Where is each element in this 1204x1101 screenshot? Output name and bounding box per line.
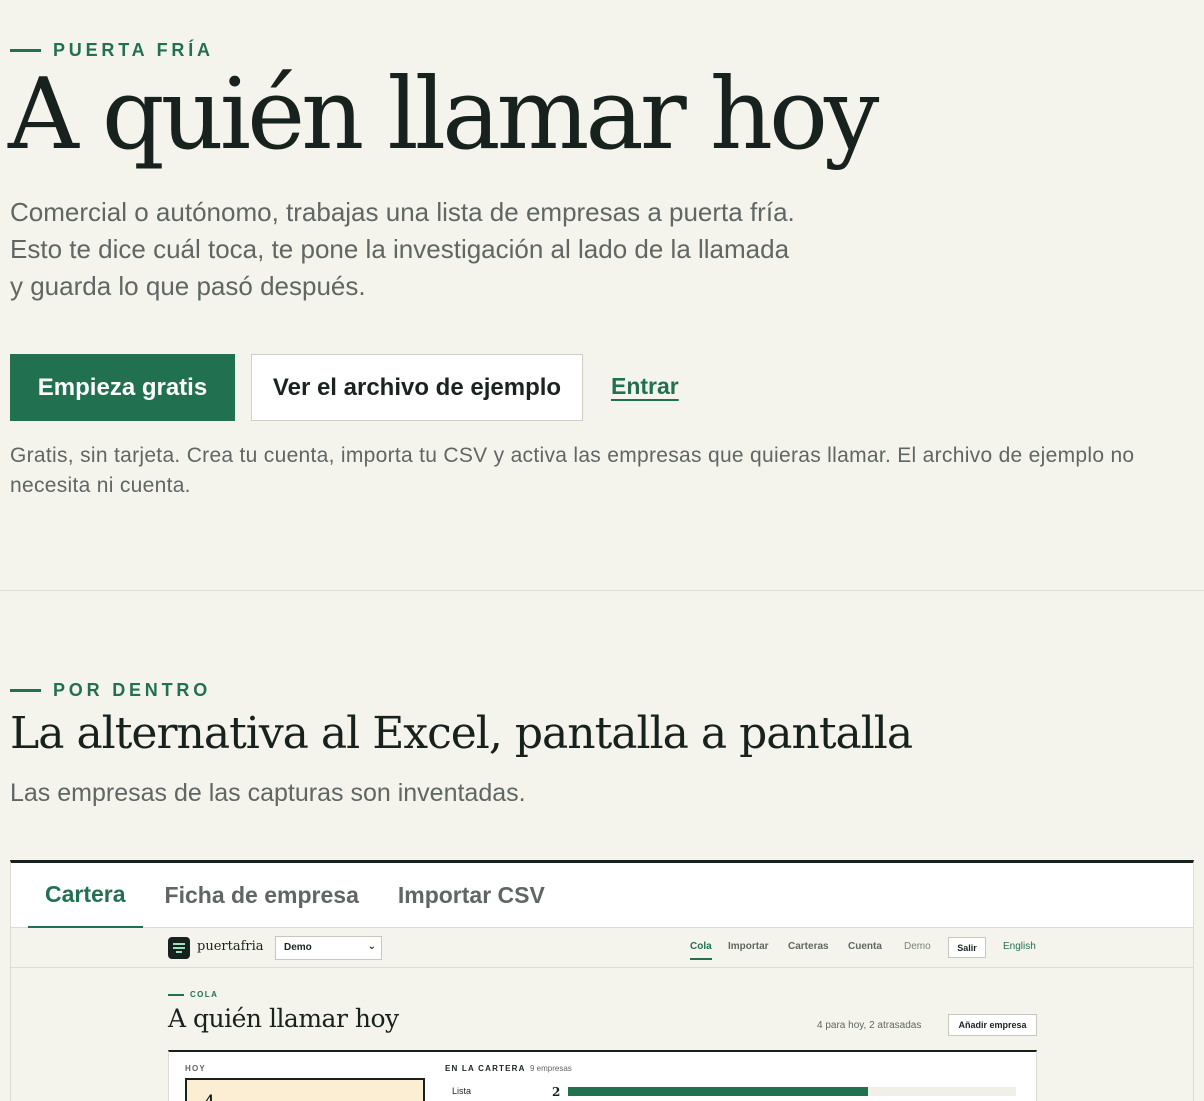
today-label: HOY — [185, 1064, 206, 1073]
tab-ficha-de-empresa[interactable]: Ficha de empresa — [148, 863, 376, 928]
portfolio-label: EN LA CARTERA — [445, 1064, 526, 1073]
status-row-label: Lista — [452, 1086, 472, 1096]
nav-importar[interactable]: Importar — [728, 941, 769, 952]
section-eyebrow-text: POR DENTRO — [53, 680, 212, 700]
nav-cuenta[interactable]: Cuenta — [848, 941, 882, 952]
logo-icon — [168, 937, 190, 959]
language-english-link[interactable]: English — [1003, 941, 1036, 952]
section-eyebrow: POR DENTRO — [10, 680, 211, 701]
add-company-button[interactable]: Añadir empresa — [948, 1014, 1037, 1036]
section-title: La alternativa al Excel, pantalla a pant… — [10, 708, 913, 759]
portfolio-select-value: Demo — [284, 942, 312, 953]
screens-tab-panel: Cartera Ficha de empresa Importar CSV pu… — [10, 860, 1194, 1101]
portfolio-select[interactable]: Demo ⌄ — [275, 936, 382, 960]
view-example-button[interactable]: Ver el archivo de ejemplo — [251, 354, 583, 421]
nav-carteras[interactable]: Carteras — [788, 941, 829, 952]
portfolio-count: 9 empresas — [530, 1064, 572, 1073]
eyebrow-rule — [168, 993, 184, 996]
nav-cola[interactable]: Cola — [690, 941, 712, 960]
today-box[interactable]: 4 — [185, 1078, 425, 1101]
eyebrow-rule — [10, 689, 41, 692]
queue-count: 4 para hoy, 2 atrasadas — [817, 1020, 922, 1031]
hero-title: A quién llamar hoy — [8, 58, 879, 172]
status-row-bar — [568, 1087, 1016, 1096]
queue-title: A quién llamar hoy — [168, 1004, 399, 1033]
queue-eyebrow-text: COLA — [190, 990, 219, 999]
tab-cartera[interactable]: Cartera — [28, 863, 143, 928]
start-free-button[interactable]: Empieza gratis — [10, 354, 235, 421]
eyebrow-rule — [10, 49, 41, 52]
chevron-down-icon: ⌄ — [367, 941, 376, 952]
logout-button[interactable]: Salir — [948, 937, 986, 958]
nav-demo-label: Demo — [904, 941, 931, 952]
hero-description: Comercial o autónomo, trabajas una lista… — [10, 197, 795, 301]
section-subtitle: Las empresas de las capturas son inventa… — [10, 779, 526, 807]
status-row-value: 2 — [552, 1085, 561, 1099]
login-link[interactable]: Entrar — [611, 373, 679, 400]
app-brand: puertafria — [197, 939, 264, 954]
status-row-bar-fill — [568, 1087, 869, 1096]
today-value: 4 — [203, 1090, 216, 1101]
tab-bar: Cartera Ficha de empresa Importar CSV — [11, 863, 1193, 928]
app-nav: puertafria Demo ⌄ Cola Importar Carteras… — [11, 928, 1193, 968]
section-divider — [0, 590, 1204, 591]
hero-note: Gratis, sin tarjeta. Crea tu cuenta, imp… — [10, 444, 1135, 497]
tab-importar-csv[interactable]: Importar CSV — [381, 863, 562, 928]
queue-eyebrow: COLA — [168, 990, 218, 999]
summary-card: HOY 4 EN LA CARTERA 9 empresas Lista 2 — [168, 1050, 1037, 1101]
app-screenshot: puertafria Demo ⌄ Cola Importar Carteras… — [11, 928, 1193, 1101]
